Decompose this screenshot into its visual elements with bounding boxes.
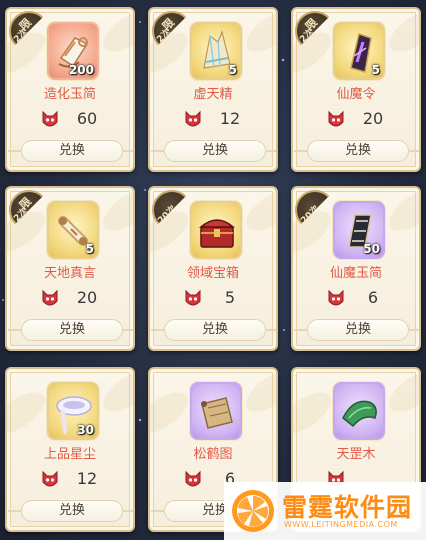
item-count: 5: [228, 63, 237, 77]
item-frame: 50: [333, 201, 385, 259]
item-name: 虚天精: [193, 87, 233, 102]
item-price: 20: [76, 288, 98, 307]
demon-mask-icon: [328, 110, 344, 127]
treasure-chest-icon: [199, 219, 235, 248]
shop-item-card[interactable]: 5 限 2次 天地真言 20 兑换: [5, 186, 135, 351]
site-watermark: 雷霆软件园 WWW.LEITINGMEDIA.COM: [224, 482, 426, 540]
exchange-button[interactable]: 兑换: [8, 319, 133, 341]
item-price: 60: [76, 109, 98, 128]
demon-mask-icon: [42, 110, 58, 127]
demon-mask-icon: [185, 470, 201, 487]
price-row: 12: [7, 467, 133, 491]
exchange-button[interactable]: 兑换: [294, 140, 419, 162]
item-name: 领域宝箱: [186, 266, 239, 281]
price-row: 20: [293, 107, 419, 131]
demon-mask-icon: [185, 289, 201, 306]
painting-scroll-icon: [201, 397, 233, 429]
price-row: 5: [150, 286, 276, 310]
shop-item-card[interactable]: 5 限 2次 仙魔令 20 兑换: [291, 7, 421, 172]
item-price: 12: [76, 469, 98, 488]
exchange-button[interactable]: 兑换: [151, 140, 276, 162]
item-name: 造化玉简: [43, 87, 96, 102]
item-frame: 5: [333, 22, 385, 80]
item-name: 天地真言: [43, 266, 96, 281]
price-row: 6: [293, 286, 419, 310]
shop-item-card[interactable]: 30 上品星尘 12 兑换: [5, 367, 135, 532]
orange-slice-logo-icon: [232, 490, 274, 532]
watermark-url: WWW.LEITINGMEDIA.COM: [284, 520, 398, 529]
price-row: 20: [7, 286, 133, 310]
item-name: 仙魔玉简: [329, 266, 382, 281]
item-count: 5: [85, 242, 94, 256]
item-name: 天罡木: [336, 447, 376, 462]
shop-item-card[interactable]: 50 20次 仙魔玉简 6 兑换: [291, 186, 421, 351]
item-price: 6: [367, 288, 379, 307]
item-count: 30: [77, 423, 94, 437]
item-frame: 5: [47, 201, 99, 259]
demon-mask-icon: [42, 289, 58, 306]
price-row: 60: [7, 107, 133, 131]
item-count: 200: [68, 63, 94, 77]
price-row: 12: [150, 107, 276, 131]
item-frame: [190, 382, 242, 440]
item-frame: 200: [47, 22, 99, 80]
green-wood-icon: [342, 400, 377, 428]
exchange-button[interactable]: 兑换: [294, 319, 419, 341]
watermark-title: 雷霆软件园: [282, 493, 413, 522]
demon-mask-icon: [328, 289, 344, 306]
demon-mask-icon: [185, 110, 201, 127]
exchange-button[interactable]: 兑换: [8, 140, 133, 162]
item-price: 5: [224, 288, 236, 307]
item-count: 5: [371, 63, 380, 77]
exchange-button[interactable]: 兑换: [8, 500, 133, 522]
item-frame: [190, 201, 242, 259]
item-name: 松鹤图: [193, 447, 233, 462]
item-count: 50: [363, 242, 380, 256]
item-name: 上品星尘: [43, 447, 96, 462]
shop-item-card[interactable]: 20次 领域宝箱 5 兑换: [148, 186, 278, 351]
item-price: 12: [219, 109, 241, 128]
demon-mask-icon: [42, 470, 58, 487]
item-frame: 30: [47, 382, 99, 440]
shop-item-card[interactable]: 5 限 2次 虚天精 12 兑换: [148, 7, 278, 172]
exchange-button[interactable]: 兑换: [151, 319, 276, 341]
shop-item-card[interactable]: 200 限 2次 造化玉简 60 兑换: [5, 7, 135, 172]
item-price: 20: [362, 109, 384, 128]
item-name: 仙魔令: [336, 87, 376, 102]
item-frame: [333, 382, 385, 440]
item-frame: 5: [190, 22, 242, 80]
